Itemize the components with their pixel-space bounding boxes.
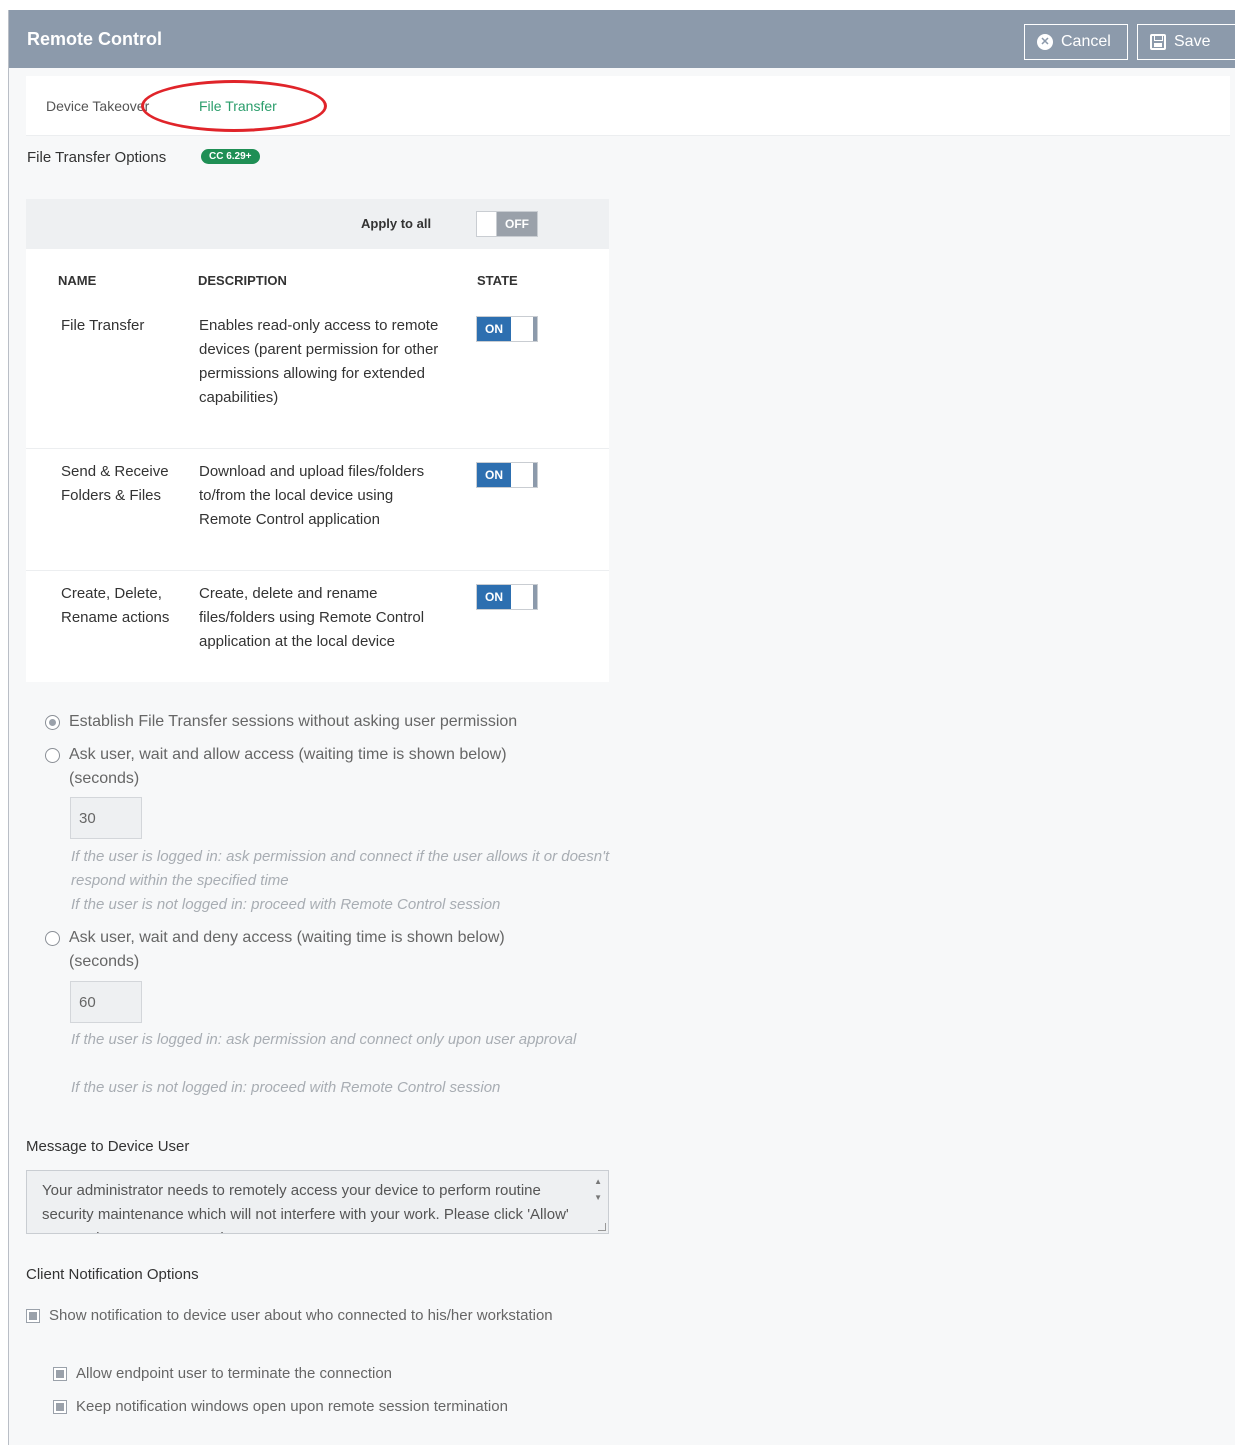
row-name: Send & Receive Folders & Files bbox=[61, 463, 169, 504]
deny-note-logged-in: If the user is logged in: ask permission… bbox=[71, 1031, 577, 1048]
row-name: Create, Delete, Rename actions bbox=[61, 585, 170, 626]
message-textarea[interactable]: Your administrator needs to remotely acc… bbox=[26, 1170, 609, 1234]
column-header-name: NAME bbox=[58, 273, 97, 288]
allow-note-not-logged-in: If the user is not logged in: proceed wi… bbox=[71, 896, 501, 913]
remote-control-panel: Remote Control ✕ Cancel Save Device Take… bbox=[8, 10, 1235, 1445]
apply-to-all-bar: Apply to all OFF bbox=[26, 199, 609, 249]
row-description: Download and upload files/folders to/fro… bbox=[199, 463, 425, 528]
toggle-knob bbox=[533, 463, 537, 487]
scroll-up-icon[interactable]: ▲ bbox=[594, 1177, 602, 1186]
send-receive-toggle[interactable]: ON bbox=[476, 462, 538, 488]
toggle-state: ON bbox=[477, 317, 511, 341]
option-label: Show notification to device user about w… bbox=[49, 1307, 553, 1324]
allow-note-logged-in: If the user is logged in: ask permission… bbox=[71, 848, 610, 889]
cancel-icon: ✕ bbox=[1037, 34, 1053, 50]
checkbox[interactable] bbox=[26, 1309, 40, 1323]
apply-to-all-toggle[interactable]: OFF bbox=[476, 211, 538, 237]
row-description: Create, delete and rename files/folders … bbox=[199, 585, 425, 650]
toggle-state: ON bbox=[477, 585, 511, 609]
save-button[interactable]: Save bbox=[1137, 24, 1235, 60]
panel-header: Remote Control ✕ Cancel Save bbox=[9, 10, 1235, 68]
toggle-state: OFF bbox=[497, 212, 537, 236]
radio-button[interactable] bbox=[45, 748, 60, 763]
toggle-knob bbox=[533, 585, 537, 609]
resize-handle-icon[interactable] bbox=[598, 1223, 606, 1231]
scroll-down-icon[interactable]: ▼ bbox=[594, 1193, 602, 1202]
save-icon bbox=[1150, 34, 1166, 50]
file-transfer-toggle[interactable]: ON bbox=[476, 316, 538, 342]
message-title: Message to Device User bbox=[26, 1138, 190, 1155]
create-delete-rename-toggle[interactable]: ON bbox=[476, 584, 538, 610]
radio-button[interactable] bbox=[45, 931, 60, 946]
option-label: Keep notification windows open upon remo… bbox=[76, 1398, 508, 1415]
table-row: File Transfer Enables read-only access t… bbox=[26, 309, 609, 449]
keep-open-option[interactable]: Keep notification windows open upon remo… bbox=[53, 1395, 508, 1419]
apply-to-all-label: Apply to all bbox=[361, 216, 432, 231]
tab-file-transfer[interactable]: File Transfer bbox=[199, 98, 277, 114]
checkbox[interactable] bbox=[53, 1367, 67, 1381]
client-notification-title: Client Notification Options bbox=[26, 1266, 199, 1283]
toggle-state: ON bbox=[477, 463, 511, 487]
cancel-button[interactable]: ✕ Cancel bbox=[1024, 24, 1128, 60]
radio-button[interactable] bbox=[45, 715, 60, 730]
table-row: Create, Delete, Rename actions Create, d… bbox=[26, 571, 609, 682]
toggle-knob bbox=[477, 212, 497, 236]
allow-wait-seconds-input[interactable]: 30 bbox=[70, 797, 142, 839]
session-option-deny[interactable]: Ask user, wait and deny access (waiting … bbox=[45, 926, 565, 974]
allow-terminate-option[interactable]: Allow endpoint user to terminate the con… bbox=[53, 1362, 392, 1386]
version-badge: CC 6.29+ bbox=[201, 149, 260, 164]
toggle-knob bbox=[533, 317, 537, 341]
option-label: Ask user, wait and allow access (waiting… bbox=[69, 746, 507, 787]
row-description: Enables read-only access to remote devic… bbox=[199, 317, 439, 406]
column-header-state: STATE bbox=[477, 273, 518, 288]
show-notification-option[interactable]: Show notification to device user about w… bbox=[26, 1304, 566, 1328]
message-text: Your administrator needs to remotely acc… bbox=[42, 1182, 569, 1233]
session-option-allow[interactable]: Ask user, wait and allow access (waiting… bbox=[45, 743, 565, 791]
deny-wait-seconds-input[interactable]: 60 bbox=[70, 981, 142, 1023]
column-header-description: DESCRIPTION bbox=[198, 273, 287, 288]
section-title: File Transfer Options bbox=[27, 149, 167, 166]
option-label: Establish File Transfer sessions without… bbox=[69, 713, 518, 730]
panel-title: Remote Control bbox=[27, 29, 162, 49]
option-label: Allow endpoint user to terminate the con… bbox=[76, 1365, 393, 1382]
save-label: Save bbox=[1174, 33, 1211, 50]
table-row: Send & Receive Folders & Files Download … bbox=[26, 449, 609, 571]
option-label: Ask user, wait and deny access (waiting … bbox=[69, 929, 505, 970]
checkbox[interactable] bbox=[53, 1400, 67, 1414]
row-name: File Transfer bbox=[61, 317, 145, 334]
session-option-no-permission[interactable]: Establish File Transfer sessions without… bbox=[45, 710, 585, 734]
tab-bar: Device Takeover File Transfer bbox=[26, 76, 1230, 136]
cancel-label: Cancel bbox=[1061, 33, 1111, 50]
tab-device-takeover[interactable]: Device Takeover bbox=[46, 98, 149, 114]
deny-note-not-logged-in: If the user is not logged in: proceed wi… bbox=[71, 1079, 501, 1096]
permissions-table: Apply to all OFF NAME DESCRIPTION STATE … bbox=[26, 199, 609, 682]
